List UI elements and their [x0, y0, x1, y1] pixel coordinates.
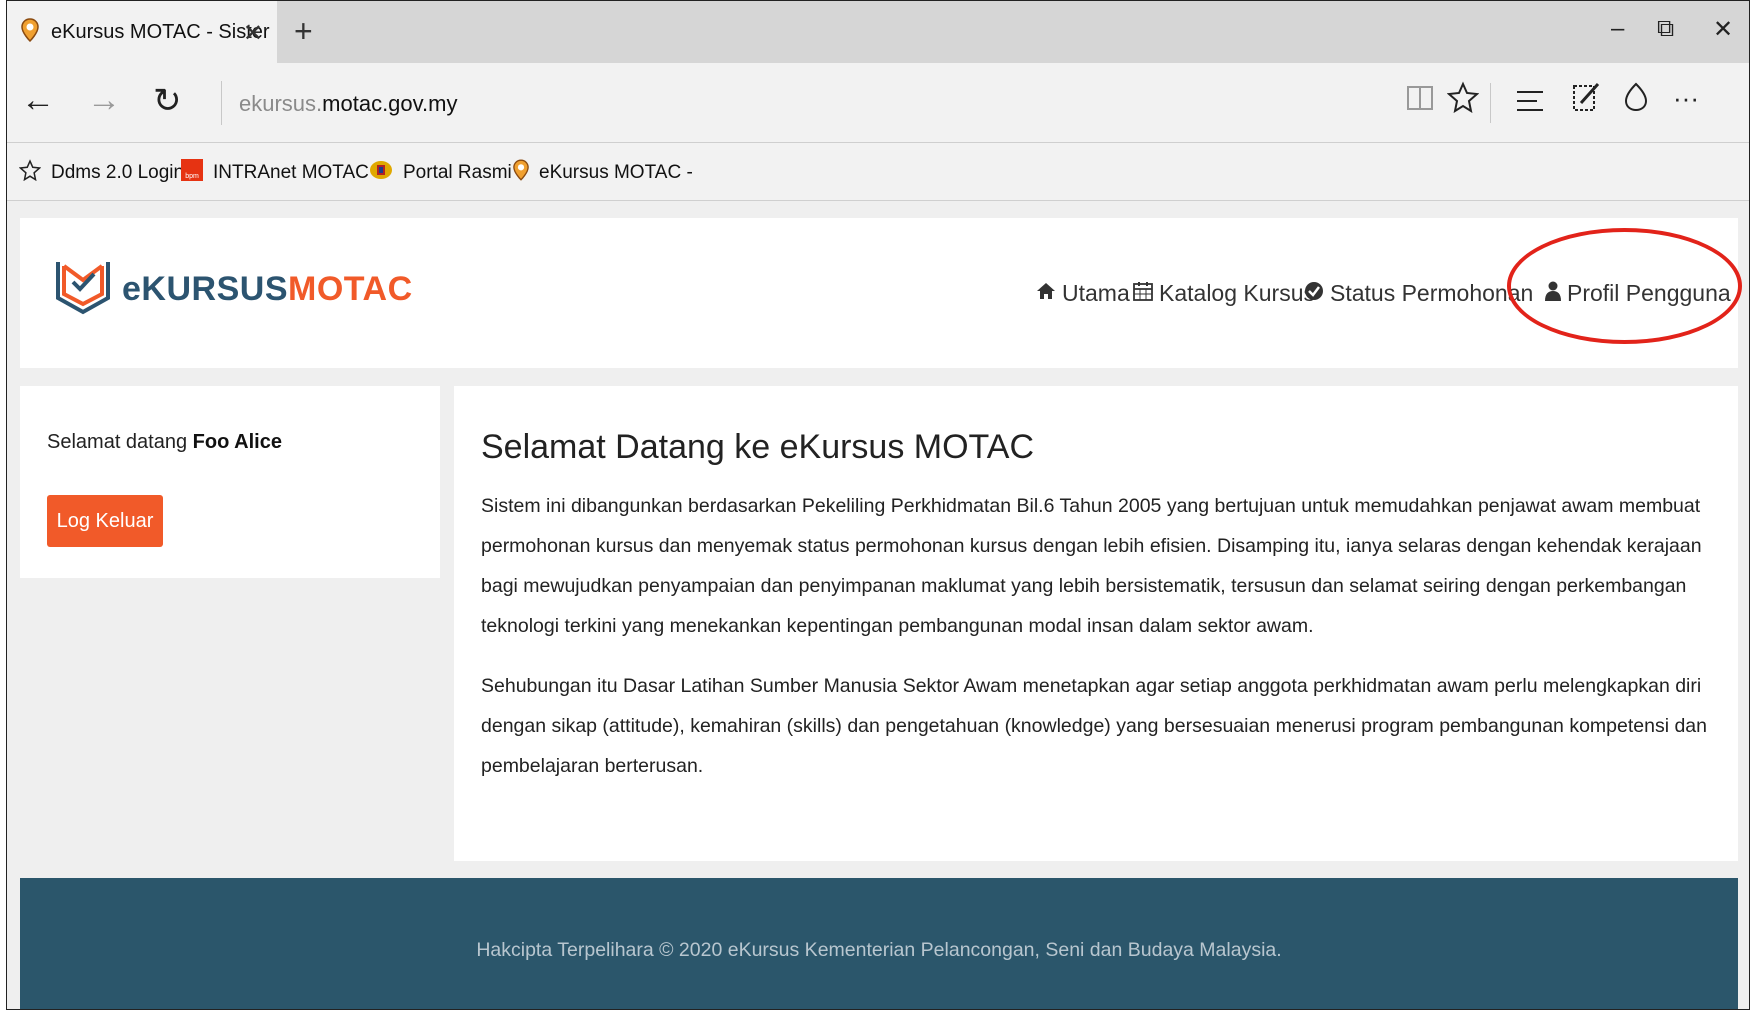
home-icon [1036, 282, 1056, 306]
nav-label: Katalog Kursus [1159, 280, 1315, 306]
restore-button[interactable]: ⧉ [1657, 15, 1674, 43]
logo-text-e: e [122, 270, 142, 308]
url-subdomain: ekursus. [239, 91, 323, 116]
logo-text-motac: MOTAC [288, 270, 413, 308]
back-button[interactable]: ← [21, 81, 55, 120]
reading-view-icon[interactable] [1405, 83, 1435, 121]
nav-utama[interactable]: Utama [1036, 280, 1130, 307]
svg-text:bpm: bpm [185, 173, 199, 180]
tab-ekursus[interactable]: eKursus MOTAC - Sister ✕ [7, 1, 277, 63]
address-divider [221, 81, 222, 125]
url-domain: motac.gov.my [322, 91, 458, 116]
new-tab-button[interactable]: + [294, 13, 313, 50]
calendar-icon [1133, 281, 1153, 307]
favorite-ddms[interactable]: Ddms 2.0 Login [18, 159, 185, 187]
star-icon [18, 159, 42, 187]
refresh-button[interactable]: ↻ [153, 81, 182, 121]
favorite-label: Ddms 2.0 Login [51, 162, 185, 183]
forward-button[interactable]: → [87, 81, 121, 120]
favorites-bar: Ddms 2.0 Login bpm INTRAnet MOTAC - Port… [7, 143, 1749, 201]
web-note-icon[interactable] [1571, 81, 1601, 121]
more-icon[interactable]: ··· [1673, 83, 1699, 114]
footer: Hakcipta Terpelihara © 2020 eKursus Keme… [20, 878, 1738, 1009]
highlight-annotation [1507, 228, 1742, 344]
crest-icon [369, 159, 393, 187]
welcome-prefix: Selamat datang [47, 431, 188, 453]
welcome-message: Selamat datang Foo Alice [47, 431, 282, 454]
page-title: Selamat Datang ke eKursus MOTAC [481, 428, 1035, 466]
favorite-label: Portal Rasmi [403, 162, 512, 183]
address-bar: ← → ↻ ekursus.motac.gov.my ··· [7, 63, 1749, 143]
nav-label: Status Permohonan [1330, 280, 1534, 306]
browser-window: eKursus MOTAC - Sister ✕ + – ⧉ ✕ ← → ↻ e… [6, 0, 1750, 1010]
logout-button[interactable]: Log Keluar [47, 495, 163, 547]
nav-label: Utama [1062, 280, 1130, 306]
favorite-portal-rasmi[interactable]: Portal Rasmi [369, 159, 512, 187]
pin-icon [513, 159, 529, 187]
favorite-star-icon[interactable] [1446, 81, 1480, 121]
site-header: eKURSUSMOTAC Utama Katalog Kursus Status… [20, 218, 1738, 368]
tab-bar: eKursus MOTAC - Sister ✕ + – ⧉ ✕ [7, 1, 1749, 63]
close-window-button[interactable]: ✕ [1713, 15, 1733, 44]
toolbar-divider [1490, 83, 1491, 123]
pin-icon [21, 17, 39, 47]
site-logo[interactable]: eKURSUSMOTAC [122, 270, 413, 309]
sidebar-card: Selamat datang Foo Alice Log Keluar [20, 386, 440, 578]
favorite-label: eKursus MOTAC - [539, 162, 693, 183]
policy-paragraph: Sehubungan itu Dasar Latihan Sumber Manu… [481, 675, 1707, 777]
page-content: eKURSUSMOTAC Utama Katalog Kursus Status… [7, 201, 1749, 1009]
hub-icon[interactable] [1515, 85, 1545, 122]
favorite-ekursus[interactable]: eKursus MOTAC - [513, 159, 693, 187]
url-field[interactable]: ekursus.motac.gov.my [239, 91, 457, 117]
minimize-button[interactable]: – [1611, 15, 1624, 43]
user-name: Foo Alice [192, 431, 282, 453]
main-card: Selamat Datang ke eKursus MOTAC Sistem i… [454, 386, 1738, 861]
bpm-icon: bpm [181, 159, 203, 187]
share-icon[interactable] [1621, 81, 1651, 121]
logo-text-kursus: KURSUS [141, 270, 288, 308]
nav-katalog-kursus[interactable]: Katalog Kursus [1133, 280, 1315, 307]
favorite-label: INTRAnet MOTAC - [213, 162, 381, 183]
tab-title: eKursus MOTAC - Sister [51, 20, 270, 43]
logo-icon[interactable] [54, 256, 112, 321]
intro-paragraph: Sistem ini dibangunkan berdasarkan Pekel… [481, 495, 1702, 637]
check-circle-icon [1304, 281, 1324, 307]
favorite-intranet[interactable]: bpm INTRAnet MOTAC - [181, 159, 381, 187]
copyright-text: Hakcipta Terpelihara © 2020 eKursus Keme… [476, 939, 1282, 961]
close-tab-icon[interactable]: ✕ [243, 19, 263, 48]
nav-status-permohonan[interactable]: Status Permohonan [1304, 280, 1533, 307]
